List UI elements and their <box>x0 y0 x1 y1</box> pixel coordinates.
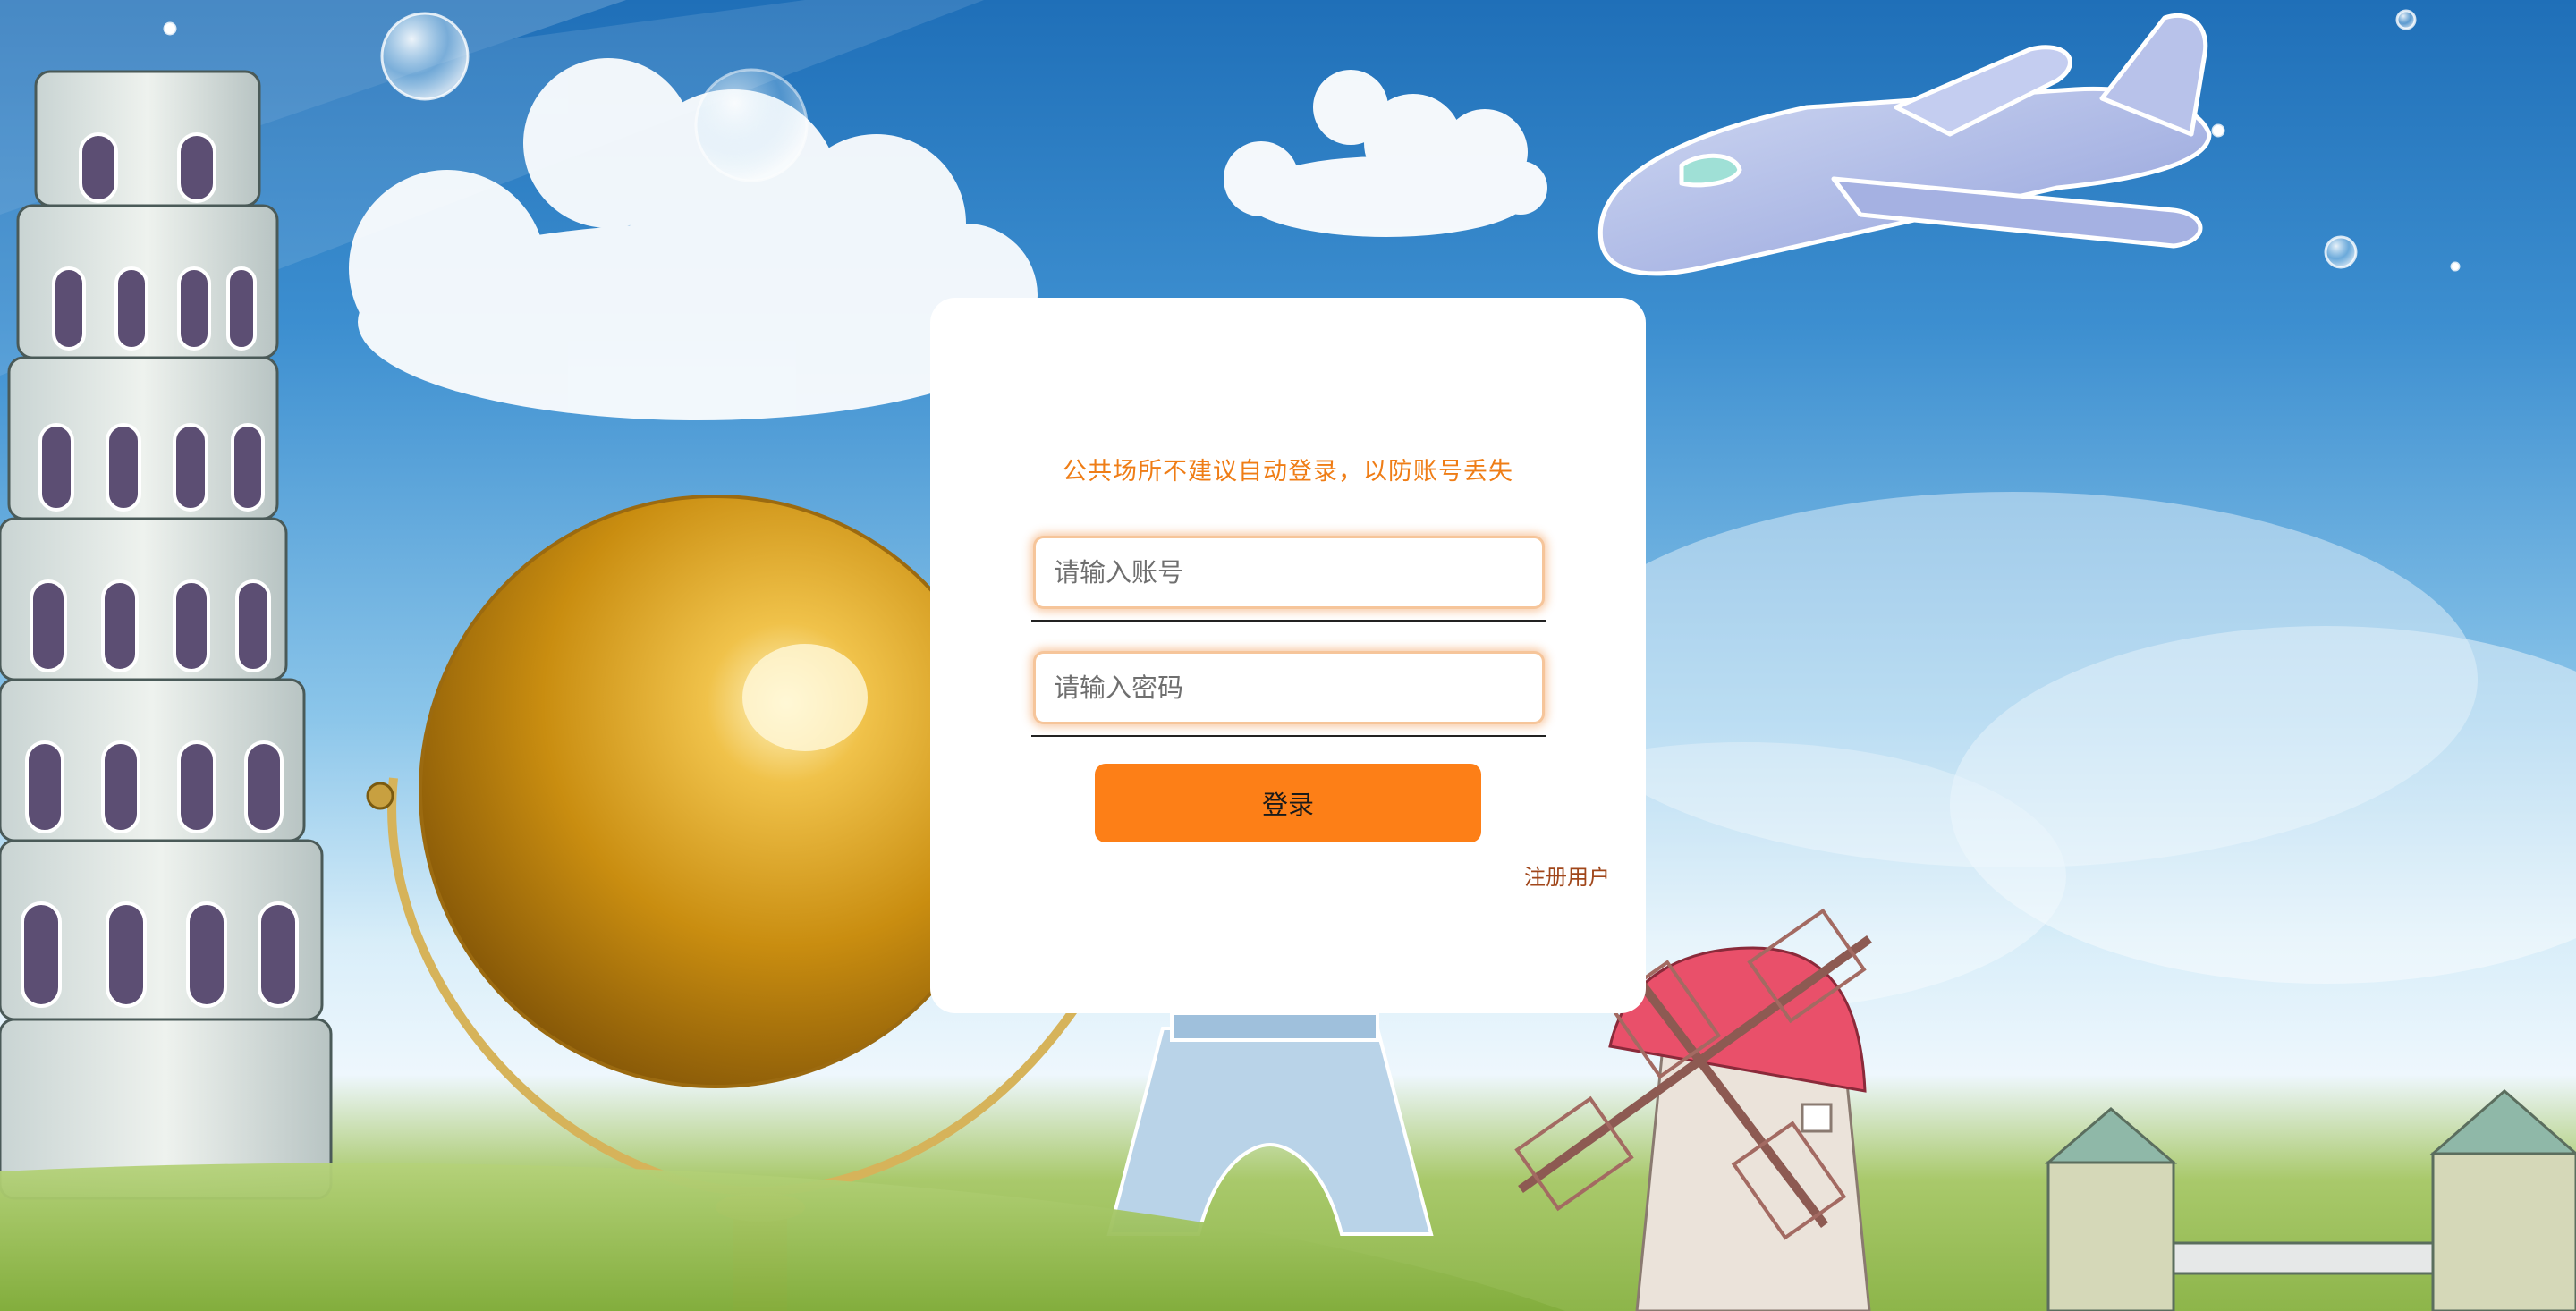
cloud-small <box>1224 70 1547 237</box>
login-page: 公共场所不建议自动登录，以防账号丢失 登录 注册用户 <box>0 0 2576 1311</box>
password-field <box>1031 644 1546 737</box>
eiffel-tower-illustration <box>1106 1011 1434 1236</box>
security-notice: 公共场所不建议自动登录，以防账号丢失 <box>1063 458 1513 486</box>
login-card: 公共场所不建议自动登录，以防账号丢失 登录 注册用户 <box>930 298 1646 1013</box>
account-field <box>1031 529 1546 622</box>
login-button[interactable]: 登录 <box>1095 764 1481 842</box>
airplane-illustration <box>1597 13 2212 276</box>
account-input[interactable] <box>1033 536 1545 609</box>
register-link[interactable]: 注册用户 <box>1524 859 1610 891</box>
password-input[interactable] <box>1033 651 1545 724</box>
tower-bridge-illustration <box>2044 1089 2576 1311</box>
